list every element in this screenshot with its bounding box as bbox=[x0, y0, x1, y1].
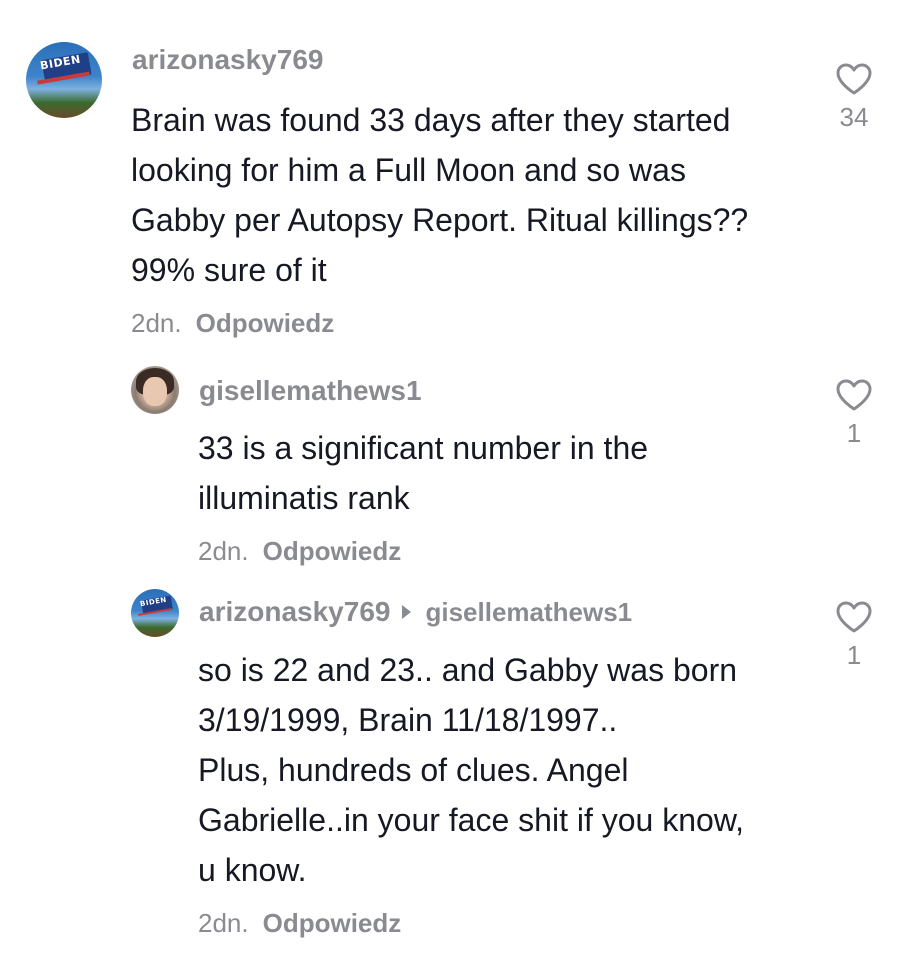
comment-1: BIDEN arizonasky769 Brain was found 33 d… bbox=[0, 0, 900, 350]
comment-line: illuminatis rank bbox=[198, 480, 410, 516]
like-button[interactable]: 34 bbox=[824, 62, 884, 133]
comment-line: u know. bbox=[198, 852, 307, 888]
reply-button[interactable]: Odpowiedz bbox=[263, 908, 402, 938]
heart-outline-icon bbox=[824, 600, 884, 634]
comment-meta: 2dn. Odpowiedz bbox=[198, 536, 401, 567]
comment-text: Brain was found 33 days after they start… bbox=[131, 95, 811, 295]
triangle-right-icon bbox=[402, 604, 412, 619]
comment-line: Gabby per Autopsy Report. Ritual killing… bbox=[131, 202, 749, 238]
reply-button[interactable]: Odpowiedz bbox=[196, 308, 335, 338]
like-button[interactable]: 1 bbox=[824, 378, 884, 449]
comment-meta: 2dn. Odpowiedz bbox=[131, 308, 334, 339]
reply-button[interactable]: Odpowiedz bbox=[263, 536, 402, 566]
comment-username[interactable]: arizonasky769 bbox=[199, 596, 390, 627]
comment-line: 3/19/1999, Brain 11/18/1997.. bbox=[198, 702, 618, 738]
reply-header: arizonasky769 gisellemathews1 bbox=[199, 596, 632, 628]
avatar-face bbox=[143, 376, 167, 407]
avatar[interactable]: BIDEN bbox=[131, 589, 179, 637]
comment-line: 33 is a significant number in the bbox=[198, 430, 649, 466]
comment-line: Gabrielle..in your face shit if you know… bbox=[198, 802, 745, 838]
reply-to-username[interactable]: gisellemathews1 bbox=[425, 597, 632, 627]
avatar[interactable] bbox=[131, 366, 179, 414]
like-button[interactable]: 1 bbox=[824, 600, 884, 671]
like-count: 1 bbox=[846, 640, 862, 670]
like-count: 34 bbox=[839, 102, 869, 132]
comment-text: so is 22 and 23.. and Gabby was born 3/1… bbox=[198, 645, 818, 895]
comment-line: so is 22 and 23.. and Gabby was born bbox=[198, 652, 738, 688]
heart-outline-icon bbox=[824, 62, 884, 96]
comment-meta: 2dn. Odpowiedz bbox=[198, 908, 401, 939]
comment-username[interactable]: arizonasky769 bbox=[132, 44, 323, 76]
comment-line: 99% sure of it bbox=[131, 252, 327, 288]
comment-time: 2dn. bbox=[131, 308, 182, 338]
heart-outline-icon bbox=[824, 378, 884, 412]
comment-username[interactable]: gisellemathews1 bbox=[199, 375, 422, 407]
comment-text: 33 is a significant number in the illumi… bbox=[198, 423, 798, 523]
comment-line: looking for him a Full Moon and so was bbox=[131, 152, 686, 188]
like-count: 1 bbox=[846, 418, 862, 448]
avatar[interactable]: BIDEN bbox=[26, 42, 102, 118]
comment-line: Brain was found 33 days after they start… bbox=[131, 102, 731, 138]
comment-time: 2dn. bbox=[198, 536, 249, 566]
comment-line: Plus, hundreds of clues. Angel bbox=[198, 752, 629, 788]
comment-time: 2dn. bbox=[198, 908, 249, 938]
